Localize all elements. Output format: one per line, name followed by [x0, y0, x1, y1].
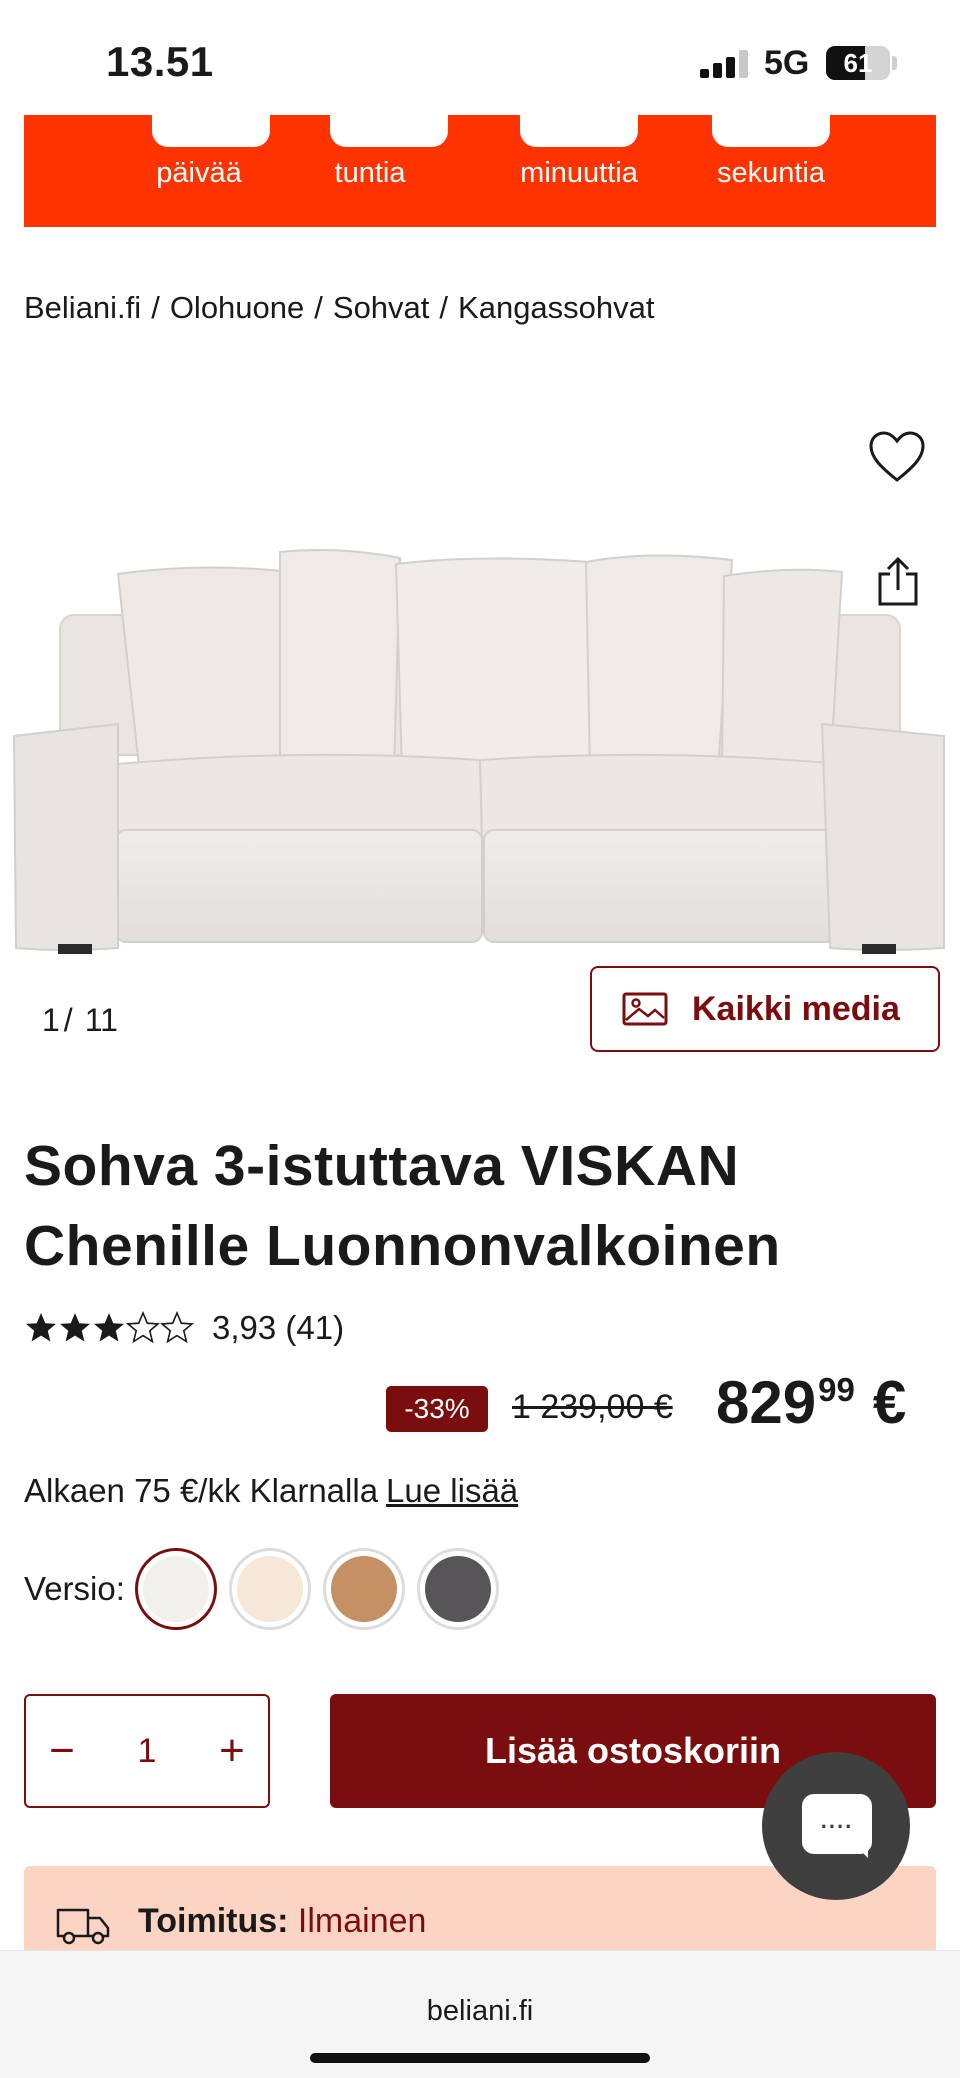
product-image[interactable] — [0, 540, 960, 960]
version-swatch-tan[interactable] — [322, 1548, 405, 1630]
breadcrumb: Beliani.fi / Olohuone / Sohvat / Kangassohvat — [24, 290, 655, 326]
klarna-financing: Alkaen 75 €/kk Klarnalla Lue lisää — [24, 1472, 518, 1510]
chat-dots: .... — [820, 1808, 854, 1833]
breadcrumb-separator: / — [151, 290, 160, 325]
version-swatch-dark-grey[interactable] — [416, 1548, 499, 1630]
image-icon — [622, 992, 668, 1026]
battery-level: 61 — [843, 48, 873, 78]
heart-icon[interactable] — [868, 430, 926, 484]
breadcrumb-home-link[interactable]: Beliani.fi — [24, 290, 141, 325]
countdown-banner[interactable]: päivää tuntia minuuttia sekuntia — [24, 111, 936, 227]
old-price: 1 239,00 € — [512, 1388, 673, 1426]
quantity-increase-button[interactable]: + — [210, 1726, 254, 1776]
all-media-button[interactable]: Kaikki media — [590, 966, 940, 1052]
quantity-value[interactable]: 1 — [138, 1732, 157, 1771]
version-swatch-natural-white[interactable] — [134, 1548, 217, 1630]
star-empty-icon — [126, 1311, 160, 1344]
countdown-value-box — [712, 111, 830, 147]
countdown-label: minuuttia — [520, 157, 638, 189]
home-indicator[interactable] — [310, 2053, 650, 2063]
delivery-text: Toimitus: Ilmainen — [138, 1902, 426, 1941]
truck-icon — [56, 1908, 110, 1945]
battery-icon: 61 — [826, 46, 890, 80]
countdown-seconds: sekuntia — [684, 111, 834, 227]
battery-nub — [892, 56, 897, 70]
image-counter-current: 1 — [42, 1002, 60, 1038]
star-filled-icon — [94, 1313, 124, 1342]
star-empty-icon — [160, 1311, 194, 1344]
breadcrumb-separator: / — [439, 290, 449, 325]
countdown-label: päivää — [156, 157, 242, 189]
countdown-hours: tuntia — [302, 111, 452, 227]
swatch-color — [142, 1556, 209, 1622]
product-rating[interactable]: 3,93 (41) — [24, 1305, 344, 1351]
image-counter-separator: / — [63, 1002, 73, 1038]
klarna-read-more-link[interactable]: Lue lisää — [386, 1472, 518, 1509]
breadcrumb-fabric-sofas-link[interactable]: Kangassohvat — [458, 290, 654, 325]
rating-text: 3,93 (41) — [212, 1309, 345, 1346]
status-time: 13.51 — [106, 38, 214, 85]
swatch-color — [236, 1556, 303, 1622]
countdown-days: päivää — [124, 111, 274, 227]
product-title: Sohva 3-istuttava VISKAN Chenille Luonno… — [24, 1126, 924, 1286]
delivery-label: Toimitus: — [138, 1902, 289, 1940]
chat-button[interactable]: .... — [762, 1752, 910, 1900]
countdown-minutes: minuuttia — [492, 111, 642, 227]
discount-badge: -33% — [386, 1386, 488, 1432]
image-counter: 1/ 11 — [42, 1002, 118, 1039]
star-filled-icon — [60, 1313, 90, 1342]
breadcrumb-sofas-link[interactable]: Sohvat — [333, 290, 430, 325]
quantity-stepper: − 1 + — [24, 1694, 270, 1808]
status-bar: 13.51 5G 61 — [0, 0, 960, 120]
delivery-value: Ilmainen — [297, 1902, 427, 1940]
network-type: 5G — [764, 44, 810, 82]
price-currency: € — [872, 1369, 907, 1436]
browser-url[interactable]: beliani.fi — [0, 1995, 960, 2028]
klarna-text: Alkaen 75 €/kk Klarnalla — [24, 1472, 379, 1509]
countdown-label: sekuntia — [716, 157, 825, 189]
swatch-color — [330, 1556, 397, 1622]
image-counter-total: 11 — [84, 1002, 118, 1038]
browser-bottom-bar: beliani.fi — [0, 1950, 960, 2078]
breadcrumb-separator: / — [314, 290, 323, 325]
countdown-label: tuntia — [334, 157, 406, 189]
share-icon[interactable] — [876, 556, 920, 608]
breadcrumb-living-room-link[interactable]: Olohuone — [170, 290, 304, 325]
countdown-value-box — [330, 111, 448, 147]
swatch-color — [424, 1556, 491, 1622]
countdown-value-box — [152, 111, 270, 147]
countdown-value-box — [520, 111, 638, 147]
rating-stars — [24, 1311, 194, 1345]
current-price: 82999 € — [716, 1368, 906, 1437]
star-filled-icon — [26, 1313, 56, 1342]
all-media-label: Kaikki media — [692, 989, 900, 1028]
chat-bubble-tail — [850, 1840, 868, 1858]
version-label: Versio: — [24, 1570, 125, 1607]
quantity-decrease-button[interactable]: − — [40, 1726, 84, 1776]
cellular-signal-icon — [700, 50, 752, 78]
price-cents: 99 — [818, 1371, 855, 1408]
version-swatch-cream[interactable] — [228, 1548, 311, 1630]
product-title-line2: Chenille Luonnonvalkoinen — [24, 1214, 781, 1278]
price-main: 829 — [716, 1369, 817, 1436]
version-selector: Versio: — [24, 1548, 511, 1630]
product-title-line1: Sohva 3-istuttava VISKAN — [24, 1134, 740, 1198]
